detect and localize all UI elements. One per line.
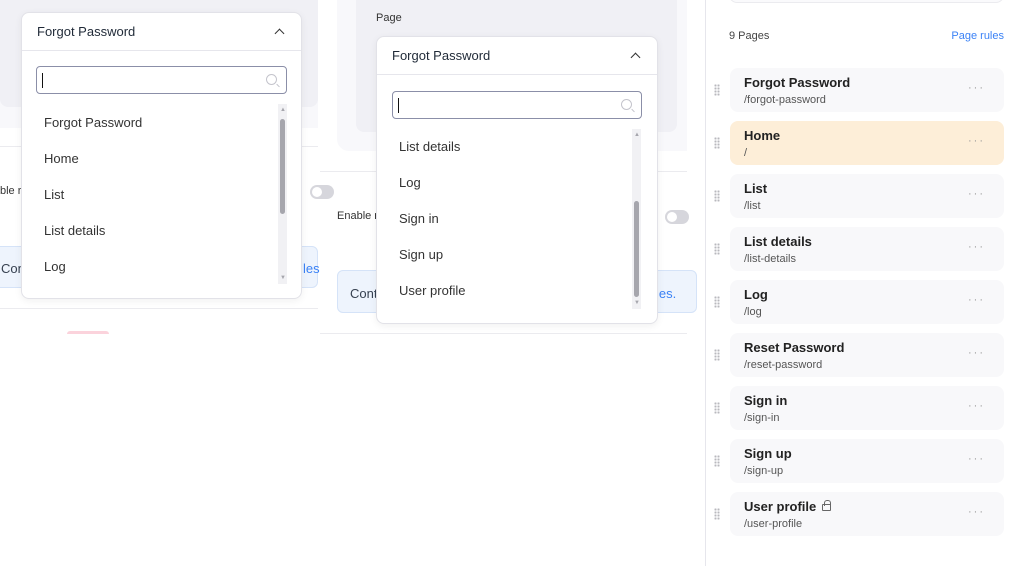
more-options-icon[interactable]: ··· <box>968 294 985 306</box>
drag-handle-icon[interactable] <box>714 243 720 255</box>
page-item[interactable]: Sign in /sign-in ··· <box>714 386 1004 430</box>
drag-handle-icon[interactable] <box>714 349 720 361</box>
toggle[interactable] <box>310 185 334 199</box>
select-header[interactable]: Forgot Password <box>377 37 657 75</box>
sidebar-border <box>705 0 706 566</box>
page-name: Sign in <box>744 393 788 408</box>
more-options-icon[interactable]: ··· <box>968 135 985 147</box>
sidebar-top-box <box>729 0 1004 3</box>
option[interactable]: Log <box>44 259 66 274</box>
chevron-up-icon <box>274 28 285 39</box>
page-path: /user-profile <box>744 518 803 530</box>
option[interactable]: Sign in <box>399 211 439 226</box>
drag-handle-icon[interactable] <box>714 508 720 520</box>
page-select-dropdown[interactable]: Forgot Password List details Log Sign in… <box>376 36 658 324</box>
page-path: /reset-password <box>744 359 823 371</box>
page-path: /log <box>744 306 762 318</box>
page-path: /sign-in <box>744 412 780 424</box>
selected-value: Forgot Password <box>392 48 491 63</box>
option[interactable]: Sign up <box>399 247 443 262</box>
option[interactable]: Forgot Password <box>44 115 142 130</box>
more-options-icon[interactable]: ··· <box>968 453 985 465</box>
drag-handle-icon[interactable] <box>714 84 720 96</box>
page-count: 9 Pages <box>729 30 770 42</box>
page-path: /forgot-password <box>744 94 826 106</box>
page-item[interactable]: Forgot Password /forgot-password ··· <box>714 68 1004 112</box>
page-name: Forgot Password <box>744 75 851 90</box>
page-name: List <box>744 181 768 196</box>
selected-value: Forgot Password <box>37 24 136 39</box>
search-icon <box>266 74 277 85</box>
page-rules-link[interactable]: Page rules <box>951 30 1004 42</box>
more-options-icon[interactable]: ··· <box>968 241 985 253</box>
toggle[interactable] <box>665 210 689 224</box>
scrollbar[interactable]: ▲ ▼ <box>632 129 641 309</box>
page-name: Reset Password <box>744 340 845 355</box>
select-header[interactable]: Forgot Password <box>22 13 301 51</box>
lock-icon <box>822 500 832 511</box>
page-item[interactable]: List /list ··· <box>714 174 1004 218</box>
info-link[interactable]: les. <box>656 286 676 301</box>
page-item[interactable]: Home / ··· <box>714 121 1004 165</box>
option[interactable]: Log <box>399 175 421 190</box>
page-label: Page <box>376 12 402 24</box>
setting-label: Enable r <box>337 210 378 222</box>
page-name: List details <box>744 234 812 249</box>
page-item[interactable]: Log /log ··· <box>714 280 1004 324</box>
search-icon <box>621 99 632 110</box>
option[interactable]: User profile <box>399 283 465 298</box>
page-name: User profile <box>744 499 832 514</box>
page-select-dropdown[interactable]: Forgot Password Forgot Password Home Lis… <box>21 12 302 299</box>
option[interactable]: Home <box>44 151 79 166</box>
drag-handle-icon[interactable] <box>714 190 720 202</box>
more-options-icon[interactable]: ··· <box>968 82 985 94</box>
chevron-up-icon <box>630 52 641 63</box>
page-item[interactable]: User profile /user-profile ··· <box>714 492 1004 536</box>
page-item[interactable]: Reset Password /reset-password ··· <box>714 333 1004 377</box>
search-input[interactable] <box>392 91 642 119</box>
drag-handle-icon[interactable] <box>714 455 720 467</box>
more-options-icon[interactable]: ··· <box>968 347 985 359</box>
page-name: Log <box>744 287 768 302</box>
page-path: /sign-up <box>744 465 784 477</box>
info-link[interactable]: les <box>303 261 320 276</box>
drag-handle-icon[interactable] <box>714 402 720 414</box>
divider <box>320 333 687 334</box>
page-path: / <box>744 147 748 159</box>
page-item[interactable]: List details /list-details ··· <box>714 227 1004 271</box>
more-options-icon[interactable]: ··· <box>968 506 985 518</box>
info-text: Cont <box>350 286 378 301</box>
page-name: Home <box>744 128 781 143</box>
option[interactable]: List details <box>399 139 460 154</box>
badge <box>67 331 109 334</box>
page-item[interactable]: Sign up /sign-up ··· <box>714 439 1004 483</box>
page-name: Sign up <box>744 446 792 461</box>
scrollbar[interactable]: ▲ ▼ <box>278 104 287 284</box>
page-path: /list <box>744 200 761 212</box>
option[interactable]: List details <box>44 223 105 238</box>
drag-handle-icon[interactable] <box>714 137 720 149</box>
search-input[interactable] <box>36 66 287 94</box>
more-options-icon[interactable]: ··· <box>968 400 985 412</box>
setting-label: ble r <box>0 185 22 197</box>
page-path: /list-details <box>744 253 796 265</box>
drag-handle-icon[interactable] <box>714 296 720 308</box>
more-options-icon[interactable]: ··· <box>968 188 985 200</box>
option[interactable]: List <box>44 187 64 202</box>
divider <box>0 308 318 309</box>
